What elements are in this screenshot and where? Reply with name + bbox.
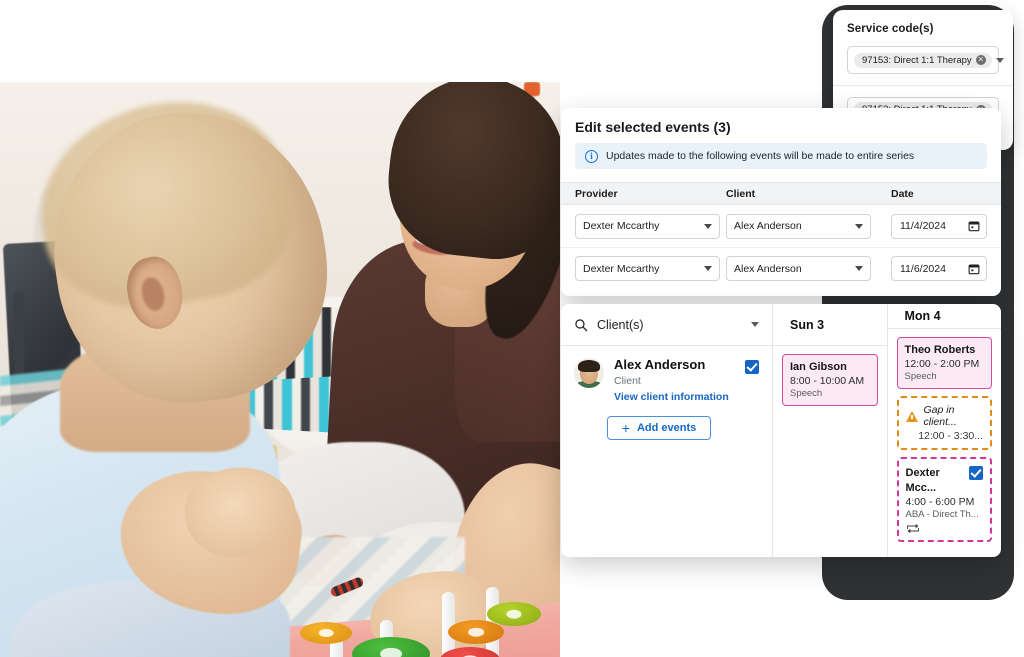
edit-panel-title: Edit selected events (3) [575, 119, 731, 135]
event-subtitle: ABA - Direct Th... [905, 509, 979, 520]
chevron-down-icon[interactable] [704, 266, 712, 271]
event-title: Theo Roberts [904, 344, 976, 357]
date-input-value: 11/4/2024 [900, 220, 946, 232]
service-codes-title: Service code(s) [847, 23, 934, 35]
chevron-down-icon[interactable] [995, 57, 1004, 63]
edit-table-header: Provider Client Date [561, 182, 1001, 205]
day-header: Mon 4 [887, 304, 1001, 330]
client-select-value: Alex Anderson [734, 220, 802, 232]
column-header-client: Client [726, 187, 756, 200]
service-code-select-single[interactable]: 97153: Direct 1:1 Therapy ✕ [847, 46, 1004, 74]
column-header-date: Date [891, 187, 914, 200]
event-selected-checkbox[interactable] [969, 466, 983, 481]
chevron-down-icon[interactable] [855, 223, 863, 229]
service-code-chip-label: 97153: Direct 1:1 Therapy [862, 54, 972, 66]
calendar-gap-event[interactable]: Gap in client... 12:00 - 3:30... [896, 396, 992, 451]
provider-select-value: Dexter Mccarthy [583, 262, 660, 275]
calendar-event[interactable]: Ian Gibson 8:00 - 10:00 AM Speech [782, 354, 878, 407]
provider-select[interactable]: Dexter Mccarthy [575, 213, 720, 239]
cell-provider: Dexter Mccarthy [561, 213, 726, 239]
screenshot-stage: Service code(s) 97153: Direct 1:1 Therap… [0, 0, 1024, 657]
cell-date: 11/4/2024 [891, 213, 1001, 239]
calendar-day-column-sun-3: Sun 3 Ian Gibson 8:00 - 10:00 AM Speech [773, 304, 887, 557]
event-time: 12:00 - 2:00 PM [904, 358, 980, 371]
warning-icon [905, 410, 918, 422]
calendar-icon[interactable] [968, 220, 980, 232]
cell-client: Alex Anderson [726, 213, 891, 239]
cell-client: Alex Anderson [726, 256, 891, 281]
event-title: Ian Gibson [790, 361, 847, 373]
plus-icon: + [621, 419, 630, 436]
view-client-information-link[interactable]: View client information [614, 391, 745, 403]
column-header-provider: Provider [575, 187, 618, 200]
client-search-bar[interactable]: Client(s) [561, 304, 772, 346]
search-icon[interactable] [574, 318, 588, 332]
date-input[interactable]: 11/6/2024 [891, 256, 987, 281]
table-row: Dexter Mccarthy Alex Anderson 11/6/2024 [561, 247, 1001, 289]
client-select[interactable]: Alex Anderson [726, 213, 871, 239]
client-role: Client [614, 374, 641, 387]
gap-event-title: Gap in client... [923, 404, 957, 429]
event-subtitle: Speech [790, 388, 823, 400]
event-time: 8:00 - 10:00 AM [790, 375, 865, 388]
service-code-chip[interactable]: 97153: Direct 1:1 Therapy ✕ [854, 52, 992, 68]
day-events: Ian Gibson 8:00 - 10:00 AM Speech [773, 346, 887, 557]
event-subtitle: Speech [904, 371, 937, 383]
date-input[interactable]: 11/4/2024 [891, 213, 987, 239]
cell-provider: Dexter Mccarthy [561, 256, 726, 281]
info-icon: i [585, 149, 598, 163]
calendar-event-selected[interactable]: Dexter Mcc... 4:00 - 6:00 PM ABA - Direc… [896, 457, 992, 542]
provider-select-value: Dexter Mccarthy [583, 220, 660, 232]
chevron-down-icon[interactable] [704, 223, 712, 229]
event-time: 4:00 - 6:00 PM [905, 496, 975, 508]
event-title: Dexter Mcc... [905, 467, 940, 494]
repeat-icon [906, 523, 919, 534]
calendar-event[interactable]: Theo Roberts 12:00 - 2:00 PM Speech [896, 337, 992, 390]
calendar-day-column-mon-4: Mon 4 Theo Roberts 12:00 - 2:00 PM Speec… [886, 304, 1002, 557]
client-select-value: Alex Anderson [734, 262, 802, 275]
add-events-label: Add events [636, 421, 697, 434]
day-events: Theo Roberts 12:00 - 2:00 PM Speech Gap … [888, 329, 1002, 557]
cell-date: 11/6/2024 [891, 256, 1001, 281]
chevron-down-icon[interactable] [751, 322, 759, 327]
client-name: Alex Anderson [614, 357, 706, 372]
remove-chip-icon[interactable]: ✕ [975, 55, 986, 65]
edit-selected-events-panel: Edit selected events (3) i Updates made … [561, 108, 1001, 296]
day-header: Sun 3 [773, 304, 887, 346]
client-selected-checkbox[interactable] [745, 360, 759, 374]
series-info-banner: i Updates made to the following events w… [575, 143, 987, 169]
service-code-row-single: 97153: Direct 1:1 Therapy ✕ [833, 35, 1013, 85]
date-input-value: 11/6/2024 [900, 262, 946, 275]
hero-photo-therapist-with-toddler [0, 82, 560, 657]
add-events-button[interactable]: + Add events [607, 415, 711, 440]
chevron-down-icon[interactable] [855, 266, 863, 271]
client-card: Alex Anderson Client View client informa… [561, 346, 772, 403]
table-row: Dexter Mccarthy Alex Anderson 11/4/2024 [561, 205, 1001, 247]
calendar-panel: Client(s) Alex Anderson Client View clie… [561, 304, 1001, 557]
series-info-text: Updates made to the following events wil… [606, 150, 915, 162]
client-search-label: Client(s) [597, 317, 644, 332]
gap-event-time: 12:00 - 3:30... [918, 430, 983, 443]
client-select[interactable]: Alex Anderson [726, 256, 871, 281]
calendar-icon[interactable] [968, 263, 980, 275]
provider-select[interactable]: Dexter Mccarthy [575, 256, 720, 281]
avatar [574, 358, 604, 388]
client-sidebar: Client(s) Alex Anderson Client View clie… [561, 304, 773, 557]
